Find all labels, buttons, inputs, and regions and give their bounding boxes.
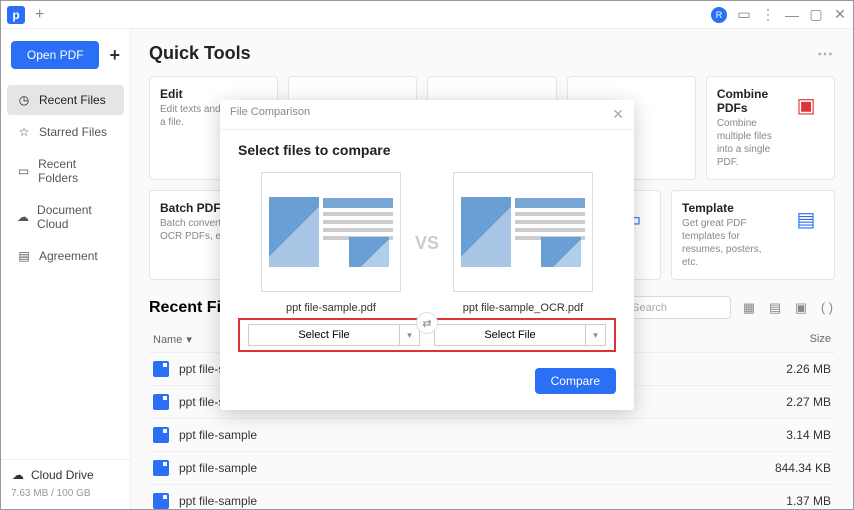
- sort-caret-icon: ▾: [186, 333, 192, 346]
- file-row[interactable]: ppt file-sample 1.37 MB: [149, 485, 835, 509]
- pdf-file-icon: [153, 361, 169, 377]
- file-size: 844.34 KB: [751, 461, 831, 475]
- vs-label: VS: [415, 233, 439, 254]
- tool-card-combine[interactable]: Combine PDFs Combine multiple files into…: [706, 76, 835, 180]
- file-row[interactable]: ppt file-sample 844.34 KB: [149, 452, 835, 485]
- cloud-drive-label: Cloud Drive: [31, 468, 94, 482]
- open-pdf-button[interactable]: Open PDF: [11, 41, 99, 69]
- user-avatar-icon[interactable]: R: [711, 7, 727, 23]
- quick-tools-more-icon[interactable]: ⋯: [817, 44, 835, 64]
- file-size: 3.14 MB: [751, 428, 831, 442]
- sidebar-item-label: Agreement: [39, 249, 98, 263]
- sidebar: Open PDF + ◷ Recent Files ☆ Starred File…: [1, 29, 131, 509]
- left-file-name: ppt file-sample.pdf: [261, 302, 401, 314]
- quick-tools-title: Quick Tools: [149, 43, 251, 64]
- document-icon: ▤: [17, 249, 31, 263]
- file-name: ppt file-sample: [179, 461, 611, 475]
- tool-card-template[interactable]: Template Get great PDF templates for res…: [671, 190, 835, 280]
- titlebar: p + R ▭ ⋮ — ▢ ✕: [1, 1, 853, 29]
- sidebar-item-document-cloud[interactable]: ☁ Document Cloud: [7, 195, 124, 239]
- folder-icon: ▭: [17, 164, 30, 178]
- close-window-icon[interactable]: ✕: [833, 8, 847, 22]
- modal-header: Select files to compare: [238, 142, 616, 158]
- pdf-file-icon: [153, 460, 169, 476]
- chat-icon[interactable]: ▭: [737, 8, 751, 22]
- file-row[interactable]: ppt file-sample 3.14 MB: [149, 419, 835, 452]
- sidebar-item-recent-files[interactable]: ◷ Recent Files: [7, 85, 124, 115]
- cloud-icon: ☁: [17, 210, 29, 224]
- template-icon: ▤: [788, 201, 824, 237]
- file-name: ppt file-sample: [179, 428, 611, 442]
- cloud-drive-link[interactable]: ☁ Cloud Drive: [11, 468, 120, 482]
- star-icon: ☆: [17, 125, 31, 139]
- sidebar-item-label: Recent Folders: [38, 157, 114, 185]
- sidebar-item-starred-files[interactable]: ☆ Starred Files: [7, 117, 124, 147]
- compare-button[interactable]: Compare: [535, 368, 616, 394]
- maximize-icon[interactable]: ▢: [809, 8, 823, 22]
- sidebar-item-agreement[interactable]: ▤ Agreement: [7, 241, 124, 271]
- cloud-drive-icon: ☁: [11, 468, 25, 482]
- pdf-file-icon: [153, 427, 169, 443]
- tool-desc: Combine multiple files into a single PDF…: [717, 117, 778, 169]
- sidebar-item-recent-folders[interactable]: ▭ Recent Folders: [7, 149, 124, 193]
- file-comparison-modal: File Comparison ✕ Select files to compar…: [220, 100, 634, 410]
- file-name: ppt file-sample: [179, 494, 611, 508]
- chevron-down-icon[interactable]: ▾: [586, 324, 606, 346]
- swap-files-icon[interactable]: ⇄: [416, 312, 438, 334]
- left-preview[interactable]: [261, 172, 401, 292]
- file-size: 2.26 MB: [751, 362, 831, 376]
- right-select-file-button[interactable]: Select File ▾: [434, 324, 606, 346]
- modal-close-icon[interactable]: ✕: [612, 106, 624, 123]
- tool-title: Combine PDFs: [717, 87, 778, 115]
- modal-title: File Comparison: [230, 106, 310, 123]
- sidebar-item-label: Starred Files: [39, 125, 107, 139]
- left-select-file-button[interactable]: Select File ▾: [248, 324, 420, 346]
- minimize-icon[interactable]: —: [785, 8, 799, 22]
- pdf-file-icon: [153, 394, 169, 410]
- combine-icon: ▣: [788, 87, 824, 123]
- sidebar-item-label: Recent Files: [39, 93, 106, 107]
- size-column-header[interactable]: Size: [751, 333, 831, 346]
- search-placeholder: Search: [632, 302, 667, 314]
- kebab-menu-icon[interactable]: ⋮: [761, 8, 775, 22]
- clock-icon: ◷: [17, 93, 31, 107]
- storage-usage-text: 7.63 MB / 100 GB: [11, 488, 120, 499]
- grid-view-icon[interactable]: ▤: [767, 300, 783, 316]
- file-size: 1.37 MB: [751, 494, 831, 508]
- calendar-icon[interactable]: ▣: [793, 300, 809, 316]
- right-file-name: ppt file-sample_OCR.pdf: [453, 302, 593, 314]
- app-logo-icon: p: [7, 6, 25, 24]
- tool-title: Edit: [160, 87, 267, 101]
- tool-desc: Get great PDF templates for resumes, pos…: [682, 217, 778, 269]
- list-view-icon[interactable]: ▦: [741, 300, 757, 316]
- pdf-file-icon: [153, 493, 169, 509]
- tool-title: Template: [682, 201, 778, 215]
- paren-icon[interactable]: ( ): [819, 300, 835, 316]
- new-tab-plus-icon[interactable]: +: [35, 6, 44, 24]
- sidebar-item-label: Document Cloud: [37, 203, 114, 231]
- right-preview[interactable]: [453, 172, 593, 292]
- sidebar-add-icon[interactable]: +: [109, 45, 120, 66]
- file-size: 2.27 MB: [751, 395, 831, 409]
